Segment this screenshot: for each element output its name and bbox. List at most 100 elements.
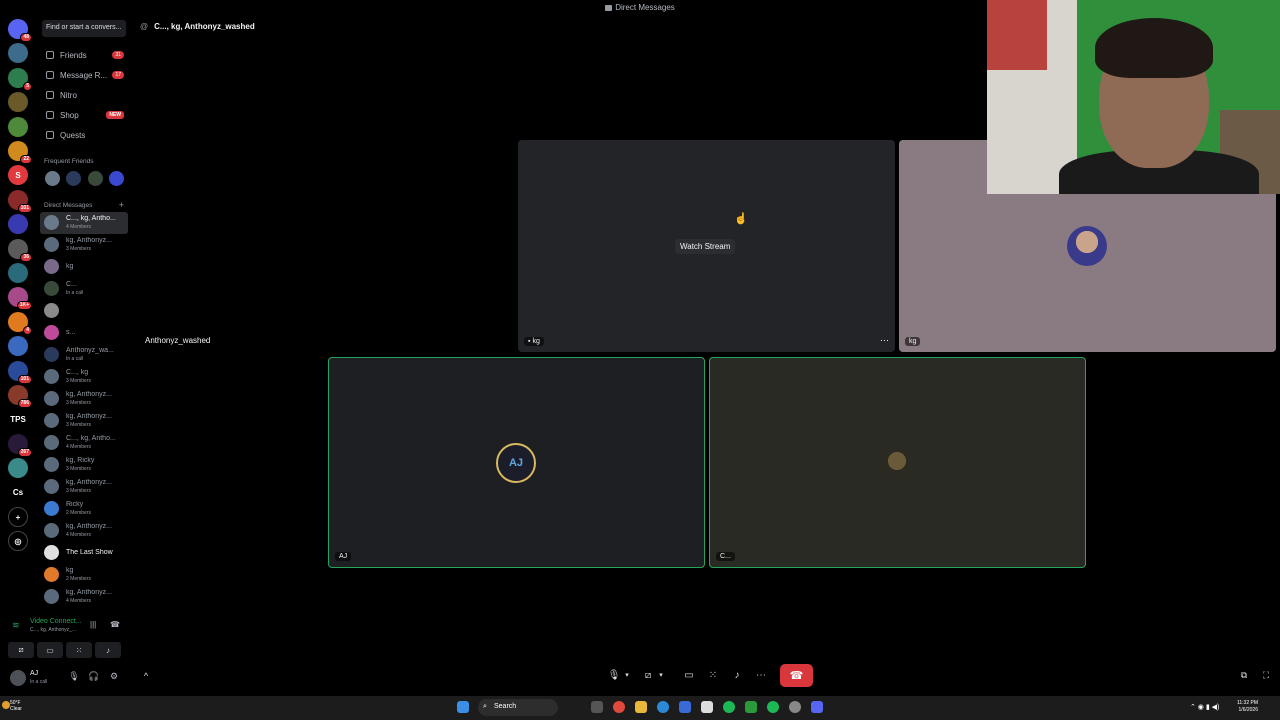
- screen-share-button[interactable]: ▭: [37, 642, 63, 658]
- tray-icons[interactable]: ⌃ ◉ ▮ ◀): [1190, 703, 1219, 711]
- dm-list-item[interactable]: kg, Anthonyz... 3 Members: [40, 388, 128, 410]
- server-icon[interactable]: 22: [8, 141, 32, 164]
- end-call-button[interactable]: ☎: [780, 664, 813, 687]
- server-icon[interactable]: Cs: [8, 482, 28, 503]
- nav-message-requests[interactable]: Message R... 17: [42, 66, 128, 84]
- camera-button[interactable]: ⧄: [8, 642, 34, 658]
- clock[interactable]: 11:32 PM 1/6/2026: [1237, 700, 1258, 714]
- chevron-up-icon[interactable]: ^: [136, 666, 156, 686]
- frequent-friend-avatar[interactable]: [45, 171, 60, 186]
- server-icon[interactable]: 4: [8, 311, 32, 335]
- dm-list-item[interactable]: kg: [40, 256, 128, 278]
- more-options-icon[interactable]: ⋯: [880, 335, 889, 346]
- mic-options-chevron-down-icon[interactable]: ▾: [620, 665, 634, 685]
- signal-icon: ≋: [12, 620, 20, 630]
- dm-list-item[interactable]: Anthonyz_wa... In a call: [40, 344, 128, 366]
- watch-stream-button[interactable]: Watch Stream: [675, 239, 736, 254]
- dm-list-item[interactable]: C..., kg, Antho... 4 Members: [40, 212, 128, 234]
- disconnect-icon[interactable]: ☎: [110, 620, 120, 629]
- soundboard-button[interactable]: ♪: [727, 665, 747, 685]
- dm-list-item[interactable]: Ricky 2 Members: [40, 498, 128, 520]
- server-icon[interactable]: [8, 116, 28, 137]
- app-icon[interactable]: [679, 701, 691, 713]
- popout-icon[interactable]: ⧉: [1234, 665, 1254, 685]
- server-icon[interactable]: 36: [8, 238, 32, 262]
- add-server-icon[interactable]: +: [8, 507, 28, 527]
- voice-status[interactable]: Video Connect...: [30, 618, 82, 625]
- gear-icon[interactable]: ⚙: [108, 671, 120, 683]
- store-icon[interactable]: [701, 701, 713, 713]
- file-explorer-icon[interactable]: [635, 701, 647, 713]
- dm-list-item[interactable]: kg, Anthonyz... 4 Members: [40, 586, 128, 608]
- dm-list-item[interactable]: kg, Ricky 3 Members: [40, 454, 128, 476]
- edge-icon[interactable]: [657, 701, 669, 713]
- noise-suppression-icon[interactable]: |||: [90, 620, 96, 629]
- activities-button[interactable]: ⁙: [66, 642, 92, 658]
- message-requests-icon: [46, 71, 54, 79]
- more-icon: ⋯: [756, 669, 766, 681]
- server-icon[interactable]: 101: [8, 360, 32, 384]
- dm-list-item[interactable]: C..., kg, Antho... 4 Members: [40, 432, 128, 454]
- dm-list-item[interactable]: s...: [40, 322, 128, 344]
- dm-list-item[interactable]: C..., kg 3 Members: [40, 366, 128, 388]
- stream-tile-kg[interactable]: Watch Stream ▪ kg ⋯: [518, 140, 895, 352]
- camera-options-chevron-down-icon[interactable]: ▾: [654, 665, 668, 685]
- avatar: [44, 281, 59, 296]
- server-icon[interactable]: 101: [8, 189, 32, 213]
- server-icon[interactable]: [8, 92, 28, 113]
- frequent-friend-avatar[interactable]: [88, 171, 103, 186]
- server-icon[interactable]: 786: [8, 385, 32, 408]
- dm-name: C...: [66, 281, 77, 288]
- soundboard-button[interactable]: ♪: [95, 642, 121, 658]
- participant-tile-aj[interactable]: AJ AJ: [328, 357, 705, 568]
- server-icon[interactable]: [8, 336, 28, 357]
- server-icon[interactable]: 267: [8, 433, 32, 457]
- server-icon[interactable]: 1K+: [8, 287, 32, 311]
- discover-icon[interactable]: ◎: [8, 531, 28, 552]
- dm-list-item[interactable]: [40, 300, 128, 322]
- settings-icon[interactable]: [789, 701, 801, 713]
- server-icon[interactable]: 5: [8, 67, 32, 91]
- server-icon[interactable]: [8, 263, 28, 283]
- tile-label: kg: [905, 337, 921, 346]
- discord-icon[interactable]: [811, 701, 823, 713]
- more-options-button[interactable]: ⋯: [751, 665, 771, 685]
- dm-list-item[interactable]: C... In a call: [40, 278, 128, 300]
- server-icon[interactable]: [8, 458, 28, 479]
- dm-list-item[interactable]: The Last Show: [40, 542, 128, 564]
- avatar[interactable]: [10, 670, 26, 686]
- server-icon[interactable]: [8, 43, 28, 64]
- screen-share-button[interactable]: ▭: [679, 665, 699, 685]
- dm-list-item[interactable]: kg, Anthonyz... 3 Members: [40, 234, 128, 256]
- create-dm-plus-icon[interactable]: +: [119, 200, 124, 210]
- dm-list-item[interactable]: kg, Anthonyz... 4 Members: [40, 520, 128, 542]
- nav-friends[interactable]: Friends 31: [42, 46, 128, 64]
- dm-list-item[interactable]: kg, Anthonyz... 3 Members: [40, 476, 128, 498]
- windows-start-icon[interactable]: [457, 701, 469, 713]
- taskbar-search[interactable]: Search: [478, 699, 558, 716]
- server-icon[interactable]: S: [8, 165, 28, 186]
- server-icon[interactable]: [8, 214, 28, 235]
- headphones-icon[interactable]: 🎧: [88, 671, 100, 683]
- dm-list-item[interactable]: kg 2 Members: [40, 564, 128, 586]
- task-view-icon[interactable]: [591, 701, 603, 713]
- nav-nitro[interactable]: Nitro: [42, 86, 128, 104]
- server-icon[interactable]: 48: [8, 19, 32, 42]
- search-input[interactable]: Find or start a convers...: [42, 20, 126, 37]
- dm-list-item[interactable]: kg, Anthonyz... 3 Members: [40, 410, 128, 432]
- server-icon[interactable]: TPS: [8, 409, 28, 430]
- frequent-friend-avatar[interactable]: [66, 171, 81, 186]
- frequent-friend-avatar[interactable]: [109, 171, 124, 186]
- avatar: [44, 567, 59, 582]
- fullscreen-icon[interactable]: ⛶: [1256, 665, 1276, 685]
- nav-quests[interactable]: Quests: [42, 126, 128, 144]
- weather-widget[interactable]: 50°F Clear: [10, 700, 22, 712]
- spotify-icon[interactable]: [723, 701, 735, 713]
- nav-shop[interactable]: Shop NEW: [42, 106, 128, 124]
- chrome-icon[interactable]: [613, 701, 625, 713]
- microphone-icon[interactable]: 🎙: [68, 671, 80, 683]
- spotify-icon[interactable]: [767, 701, 779, 713]
- app-icon[interactable]: [745, 701, 757, 713]
- activities-button[interactable]: ⁙: [703, 665, 723, 685]
- participant-tile-c[interactable]: C...: [709, 357, 1086, 568]
